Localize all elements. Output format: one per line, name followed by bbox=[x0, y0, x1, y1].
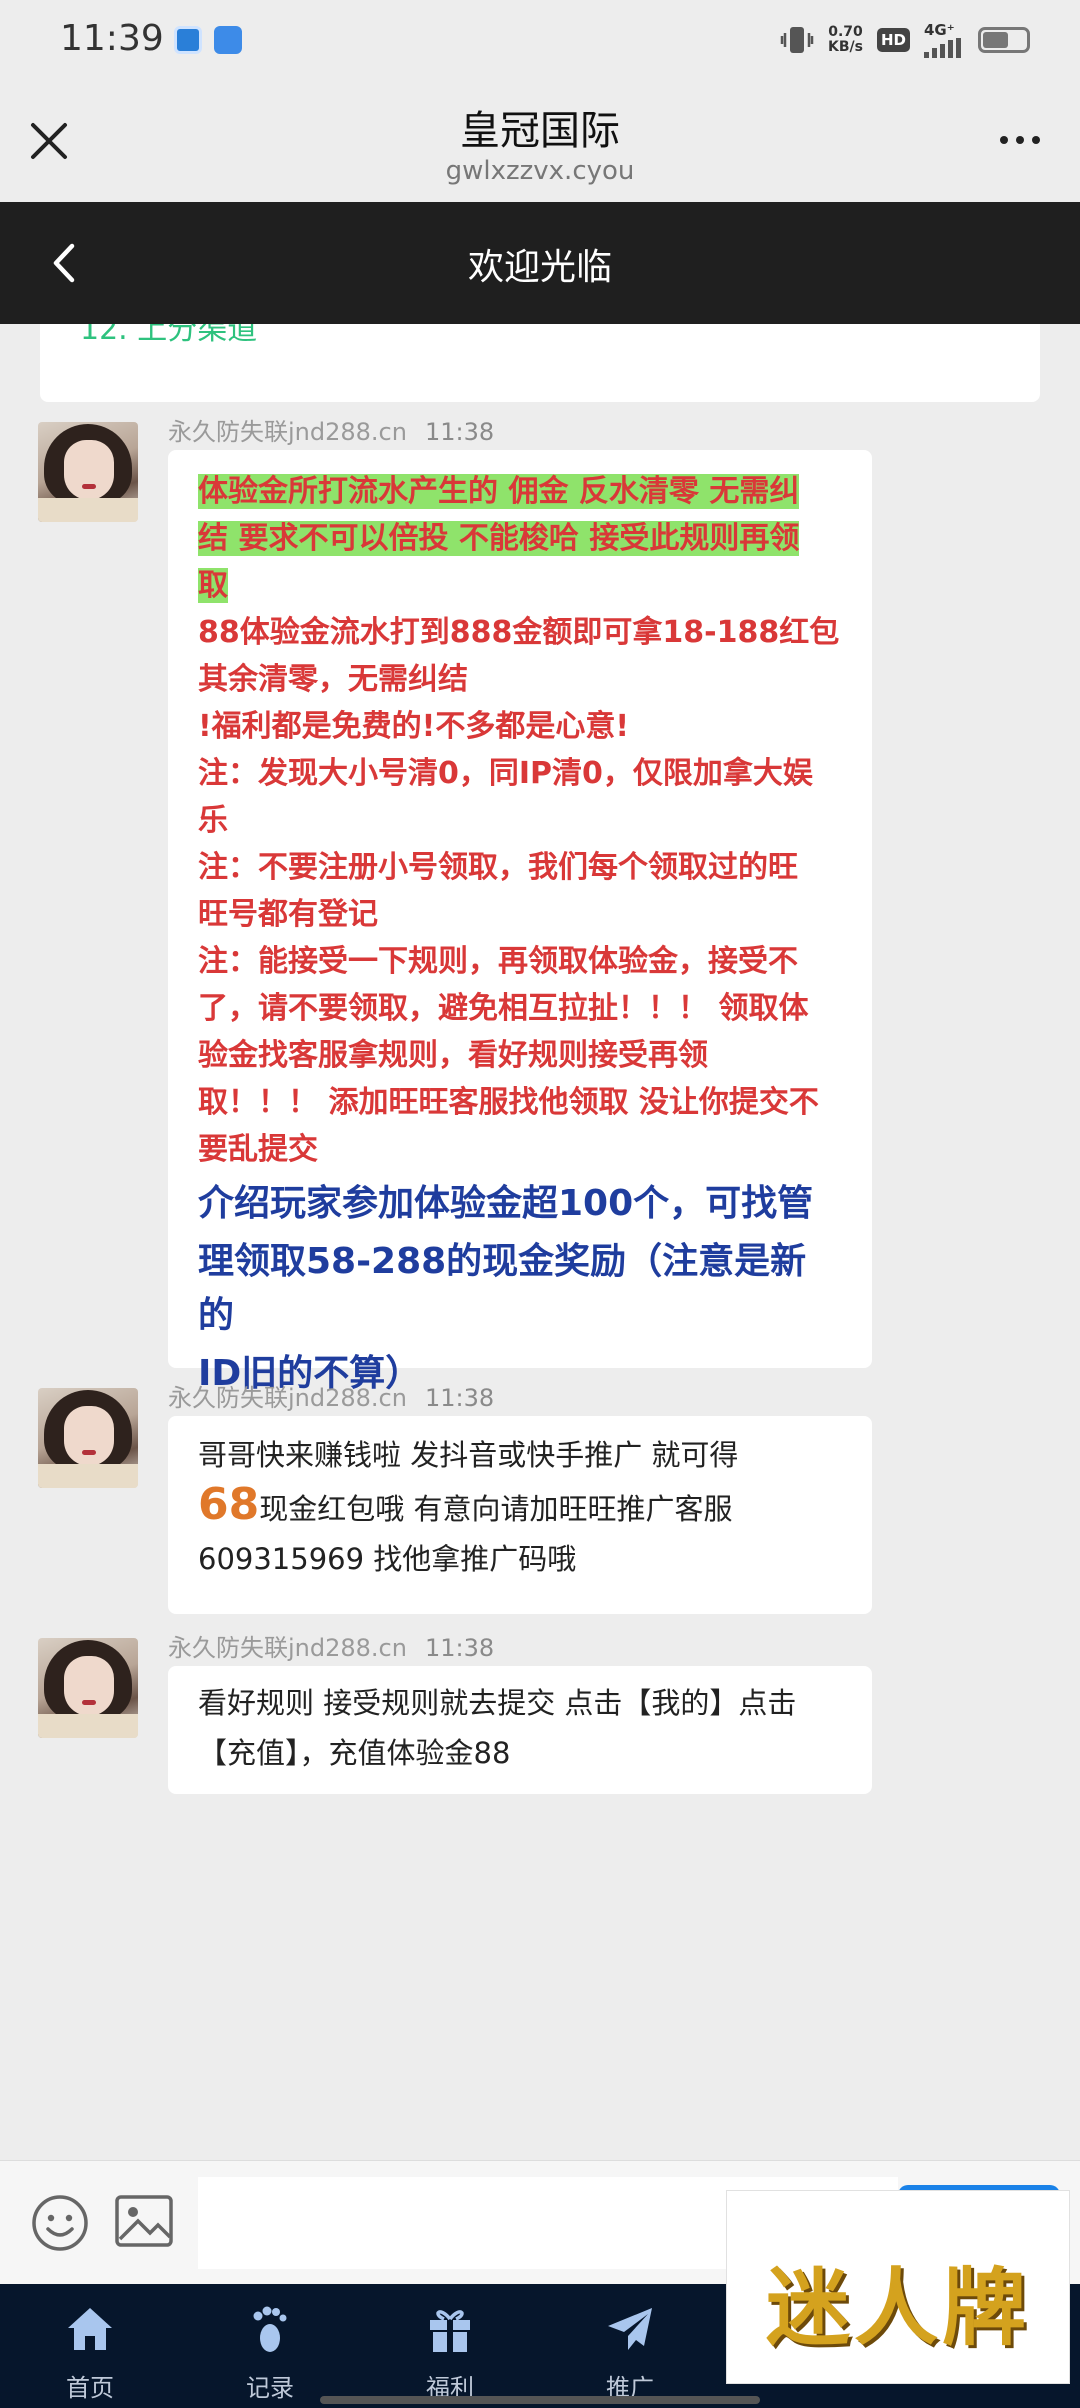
rule-line: 旺号都有登记 bbox=[198, 897, 378, 932]
rule-line: !福利都是免费的!不多都是心意! bbox=[198, 709, 630, 744]
rule-line: 了，请不要领取，避免相互拉扯！！！ 领取体 bbox=[198, 991, 809, 1026]
rule-line: 取！！！ 添加旺旺客服找他领取 没让你提交不 bbox=[198, 1085, 819, 1120]
message-meta: 永久防失联jnd288.cn 11:38 bbox=[168, 1378, 494, 1413]
battery-icon bbox=[978, 27, 1030, 53]
message-time: 11:38 bbox=[424, 1634, 495, 1662]
rule-line: 其余清零，无需纠结 bbox=[198, 662, 468, 697]
chat-message-list[interactable]: 12. 上分渠道 永久防失联jnd288.cn 11:38 体验金所打流水产生的 … bbox=[0, 324, 1080, 2160]
footprint-icon bbox=[253, 2306, 287, 2352]
rule-line: 验金找客服拿规则，看好规则接受再领 bbox=[198, 1038, 708, 1073]
sender-name: 永久防失联jnd288.cn bbox=[168, 1634, 407, 1662]
message-text: 【充值】，充值体验金88 bbox=[198, 1736, 511, 1770]
send-icon bbox=[608, 2308, 652, 2350]
watermark-text: 迷人牌 bbox=[765, 2259, 1030, 2357]
vibrate-icon bbox=[780, 27, 814, 53]
more-menu-button[interactable] bbox=[1000, 136, 1040, 144]
watermark-logo: 迷人牌 bbox=[726, 2190, 1070, 2384]
rule-line: 乐 bbox=[198, 803, 228, 838]
notification-app-icon bbox=[174, 26, 202, 54]
battery-fill bbox=[983, 32, 1009, 48]
previous-message-text[interactable]: 12. 上分渠道 bbox=[80, 324, 257, 348]
hd-badge: HD bbox=[876, 28, 910, 52]
signal-icon bbox=[924, 38, 961, 58]
tab-label: 首页 bbox=[66, 2374, 114, 2402]
rule-line: 注：能接受一下规则，再领取体验金，接受不 bbox=[198, 944, 798, 979]
highlighted-rule: 结 要求不可以倍投 不能梭哈 接受此规则再领 bbox=[198, 521, 800, 556]
avatar[interactable] bbox=[38, 1388, 138, 1488]
status-time: 11:39 bbox=[60, 18, 164, 59]
gift-icon bbox=[430, 2310, 470, 2352]
message-bubble: 体验金所打流水产生的 佣金 反水清零 无需纠 结 要求不可以倍投 不能梭哈 接受… bbox=[168, 450, 872, 1394]
more-dot-icon bbox=[1032, 136, 1040, 144]
highlighted-rule: 体验金所打流水产生的 佣金 反水清零 无需纠 bbox=[198, 474, 800, 509]
chat-title: 欢迎光临 bbox=[467, 247, 612, 288]
sender-name: 永久防失联jnd288.cn bbox=[168, 418, 407, 446]
status-bar: 11:39 0.70 KB/s HD 4G⁺ bbox=[0, 0, 1080, 82]
message-bubble: 看好规则 接受规则就去提交 点击【我的】点击 【充值】，充值体验金88 bbox=[168, 1666, 872, 1794]
message-text: 看好规则 接受规则就去提交 点击【我的】点击 bbox=[198, 1686, 797, 1720]
tab-welfare[interactable]: 福利 bbox=[360, 2284, 540, 2408]
message-bubble: 哥哥快来赚钱啦 发抖音或快手推广 就可得 68现金红包哦 有意向请加旺旺推广客服… bbox=[168, 1416, 872, 1614]
tab-promote[interactable]: 推广 bbox=[540, 2284, 720, 2408]
emoji-icon[interactable] bbox=[30, 2193, 90, 2253]
message-meta: 永久防失联jnd288.cn 11:38 bbox=[168, 412, 494, 447]
referral-reward-line: 理领取58-288的现金奖励（注意是新的 bbox=[198, 1241, 807, 1336]
rule-line: 注：发现大小号清0，同IP清0，仅限加拿大娱 bbox=[198, 756, 813, 791]
net-speed: 0.70 KB/s bbox=[828, 24, 863, 55]
signal-indicator: 4G⁺ bbox=[924, 22, 964, 58]
message-time: 11:38 bbox=[424, 418, 495, 446]
webview-header: 皇冠国际 gwlxzzvx.cyou bbox=[0, 82, 1080, 202]
network-type: 4G⁺ bbox=[924, 21, 955, 39]
page-title: 皇冠国际 bbox=[460, 108, 620, 154]
tab-home[interactable]: 首页 bbox=[0, 2284, 180, 2408]
message-time: 11:38 bbox=[424, 1384, 495, 1412]
home-icon bbox=[68, 2308, 112, 2350]
tab-records[interactable]: 记录 bbox=[180, 2284, 360, 2408]
sender-name: 永久防失联jnd288.cn bbox=[168, 1384, 407, 1412]
message-text: 哥哥快来赚钱啦 发抖音或快手推广 就可得 bbox=[198, 1438, 739, 1472]
previous-message-card: 12. 上分渠道 bbox=[40, 324, 1040, 402]
reward-amount: 68 bbox=[198, 1479, 260, 1530]
highlighted-rule: 取 bbox=[198, 568, 228, 603]
message-meta: 永久防失联jnd288.cn 11:38 bbox=[168, 1628, 494, 1663]
notification-diamond-icon bbox=[214, 26, 242, 54]
message-text: 609315969 找他拿推广码哦 bbox=[198, 1542, 577, 1576]
rule-line: 88体验金流水打到888金额即可拿18-188红包 bbox=[198, 615, 840, 650]
home-indicator[interactable] bbox=[320, 2396, 760, 2404]
referral-reward-line: 介绍玩家参加体验金超100个，可找管 bbox=[198, 1183, 814, 1224]
avatar[interactable] bbox=[38, 422, 138, 522]
image-icon[interactable] bbox=[114, 2193, 174, 2249]
rule-line: 要乱提交 bbox=[198, 1132, 318, 1167]
avatar[interactable] bbox=[38, 1638, 138, 1738]
chat-nav-bar: 欢迎光临 bbox=[0, 202, 1080, 324]
rule-line: 注：不要注册小号领取，我们每个领取过的旺 bbox=[198, 850, 798, 885]
message-text: 68现金红包哦 有意向请加旺旺推广客服 bbox=[198, 1479, 733, 1530]
page-domain: gwlxzzvx.cyou bbox=[445, 156, 635, 186]
more-dot-icon bbox=[1000, 136, 1008, 144]
more-dot-icon bbox=[1016, 136, 1024, 144]
status-indicators: 0.70 KB/s HD 4G⁺ bbox=[780, 22, 1030, 58]
